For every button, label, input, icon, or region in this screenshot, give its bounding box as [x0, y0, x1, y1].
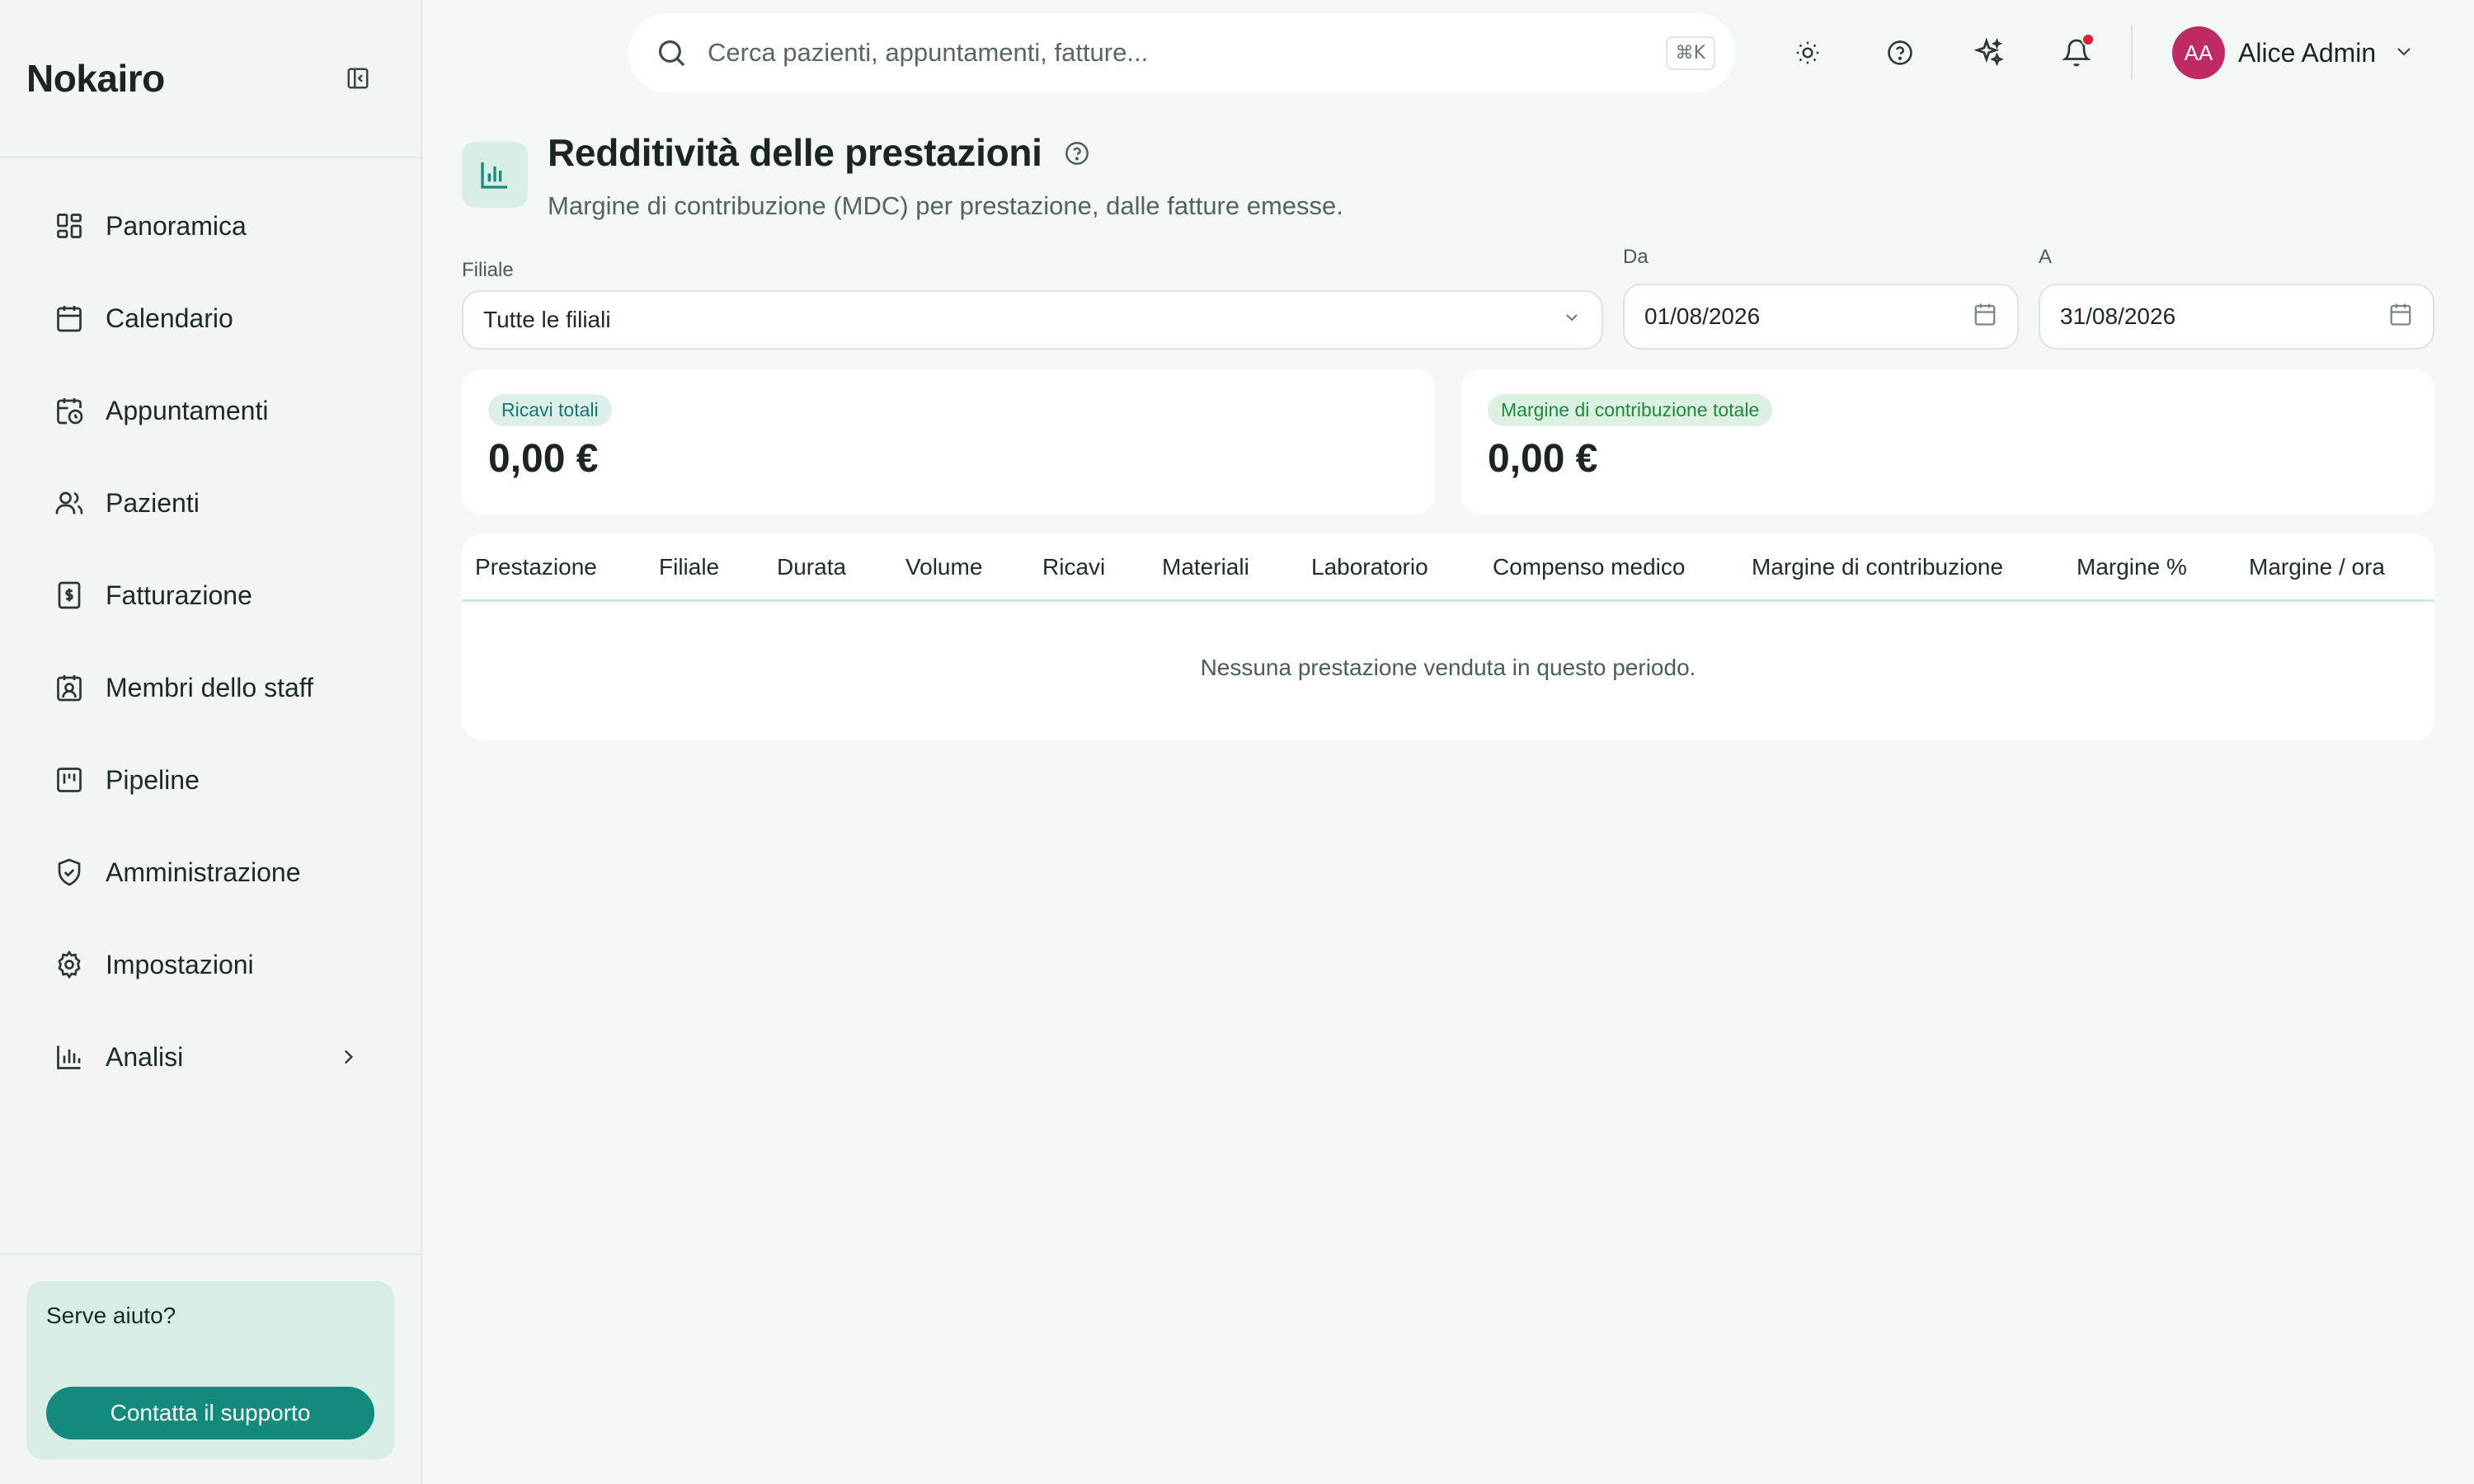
- branch-select-value: Tutte le filiali: [483, 307, 611, 332]
- sidebar-nav: Panoramica Calendario Appuntamenti Pazie…: [0, 158, 421, 1103]
- page-title: Redditività delle prestazioni: [548, 131, 1042, 174]
- sidebar-item-fatturazione[interactable]: Fatturazione: [0, 549, 421, 641]
- column-header[interactable]: Margine / ora: [2249, 554, 2385, 580]
- sidebar-item-label: Analisi: [106, 1041, 184, 1072]
- column-header[interactable]: Volume: [905, 554, 982, 580]
- chevron-right-icon[interactable]: [332, 1040, 365, 1073]
- avatar: AA: [2172, 26, 2225, 79]
- page-bar-chart-icon: [462, 142, 528, 208]
- sidebar-item-label: Membri dello staff: [106, 672, 313, 702]
- notifications-bell-icon[interactable]: [2057, 33, 2096, 73]
- shield-check-icon: [53, 856, 86, 889]
- total-margin-value: 0,00 €: [1488, 437, 1598, 481]
- from-date-input[interactable]: 01/08/2026: [1623, 284, 2019, 350]
- sidebar-item-label: Panoramica: [106, 210, 247, 241]
- column-header[interactable]: Margine %: [2077, 554, 2187, 580]
- sidebar-footer: Serve aiuto? Contatta il supporto: [0, 1253, 421, 1484]
- sidebar-item-label: Calendario: [106, 303, 233, 333]
- total-revenue-value: 0,00 €: [488, 437, 599, 481]
- page-subtitle: Margine di contribuzione (MDC) per prest…: [548, 191, 1343, 220]
- calendar-clock-icon: [53, 394, 86, 427]
- search-bar[interactable]: ⌘K: [628, 13, 1735, 92]
- gear-icon: [53, 948, 86, 981]
- search-icon: [653, 35, 689, 71]
- sidebar-item-panoramica[interactable]: Panoramica: [0, 180, 421, 272]
- user-menu[interactable]: AA Alice Admin: [2172, 26, 2414, 79]
- branch-filter-label: Filiale: [462, 259, 514, 281]
- total-margin-card: Margine di contribuzione totale 0,00 €: [1461, 369, 2434, 514]
- sidebar-item-calendario[interactable]: Calendario: [0, 272, 421, 364]
- column-header[interactable]: Durata: [777, 554, 846, 580]
- user-name: Alice Admin: [2238, 37, 2377, 68]
- users-icon: [53, 486, 86, 519]
- profitability-table: Prestazione Filiale Durata Volume Ricavi…: [462, 534, 2434, 740]
- help-circle-icon[interactable]: [1880, 33, 1920, 73]
- grid-icon: [53, 209, 86, 242]
- topbar-divider: [2131, 25, 2133, 79]
- notification-dot: [2081, 33, 2095, 46]
- sidebar-item-label: Amministrazione: [106, 857, 301, 887]
- sparkles-ai-icon[interactable]: [1969, 33, 2009, 73]
- total-revenue-label: Ricavi totali: [488, 394, 612, 426]
- info-help-icon[interactable]: [1062, 139, 1092, 168]
- sidebar-item-pipeline[interactable]: Pipeline: [0, 734, 421, 826]
- chevron-down-icon: [1562, 307, 1582, 333]
- sidebar-header: Nokairo: [0, 0, 421, 158]
- sidebar-item-label: Pazienti: [106, 487, 200, 518]
- table-empty-state: Nessuna prestazione venduta in questo pe…: [1200, 655, 1696, 680]
- column-header[interactable]: Materiali: [1162, 554, 1249, 580]
- column-header[interactable]: Compenso medico: [1493, 554, 1685, 580]
- chevron-down-icon: [2394, 41, 2414, 65]
- sidebar-item-appuntamenti[interactable]: Appuntamenti: [0, 364, 421, 457]
- search-input[interactable]: [708, 38, 1666, 68]
- sidebar-item-amministrazione[interactable]: Amministrazione: [0, 826, 421, 918]
- kanban-icon: [53, 763, 86, 796]
- total-margin-label: Margine di contribuzione totale: [1488, 394, 1773, 426]
- sidebar: Nokairo Panoramica Calendario Appuntamen…: [0, 0, 422, 1484]
- sidebar-item-label: Fatturazione: [106, 580, 252, 610]
- badge-icon: [53, 671, 86, 704]
- app-logo: Nokairo: [26, 57, 165, 100]
- sidebar-item-pazienti[interactable]: Pazienti: [0, 457, 421, 549]
- to-date-input[interactable]: 31/08/2026: [2039, 284, 2434, 350]
- column-header[interactable]: Laboratorio: [1311, 554, 1428, 580]
- calendar-icon[interactable]: [1973, 302, 1997, 332]
- sidebar-item-label: Appuntamenti: [106, 395, 269, 425]
- total-revenue-card: Ricavi totali 0,00 €: [462, 369, 1435, 514]
- calendar-icon: [53, 302, 86, 335]
- sidebar-item-impostazioni[interactable]: Impostazioni: [0, 918, 421, 1011]
- bar-chart-icon: [53, 1040, 86, 1073]
- column-header[interactable]: Ricavi: [1042, 554, 1105, 580]
- help-title: Serve aiuto?: [46, 1303, 176, 1328]
- help-card: Serve aiuto? Contatta il supporto: [26, 1281, 394, 1459]
- column-header[interactable]: Margine di contribuzione: [1752, 554, 2003, 580]
- sidebar-collapse-icon[interactable]: [341, 62, 374, 95]
- sidebar-item-label: Impostazioni: [106, 949, 254, 979]
- from-date-label: Da: [1623, 246, 1649, 268]
- shortcut-hint: ⌘K: [1665, 35, 1715, 70]
- sidebar-item-membri-staff[interactable]: Membri dello staff: [0, 641, 421, 734]
- branch-select[interactable]: Tutte le filiali: [462, 290, 1603, 350]
- from-date-value: 01/08/2026: [1644, 303, 1761, 329]
- theme-toggle-sun-icon[interactable]: [1788, 33, 1827, 73]
- invoice-icon: [53, 579, 86, 612]
- table-header: Prestazione Filiale Durata Volume Ricavi…: [462, 534, 2434, 602]
- column-header[interactable]: Prestazione: [475, 554, 597, 580]
- calendar-icon[interactable]: [2388, 302, 2413, 332]
- sidebar-item-label: Pipeline: [106, 764, 200, 795]
- to-date-label: A: [2039, 246, 2053, 268]
- contact-support-button[interactable]: Contatta il supporto: [46, 1387, 374, 1439]
- to-date-value: 31/08/2026: [2060, 303, 2176, 329]
- column-header[interactable]: Filiale: [659, 554, 719, 580]
- sidebar-item-analisi[interactable]: Analisi: [0, 1011, 421, 1103]
